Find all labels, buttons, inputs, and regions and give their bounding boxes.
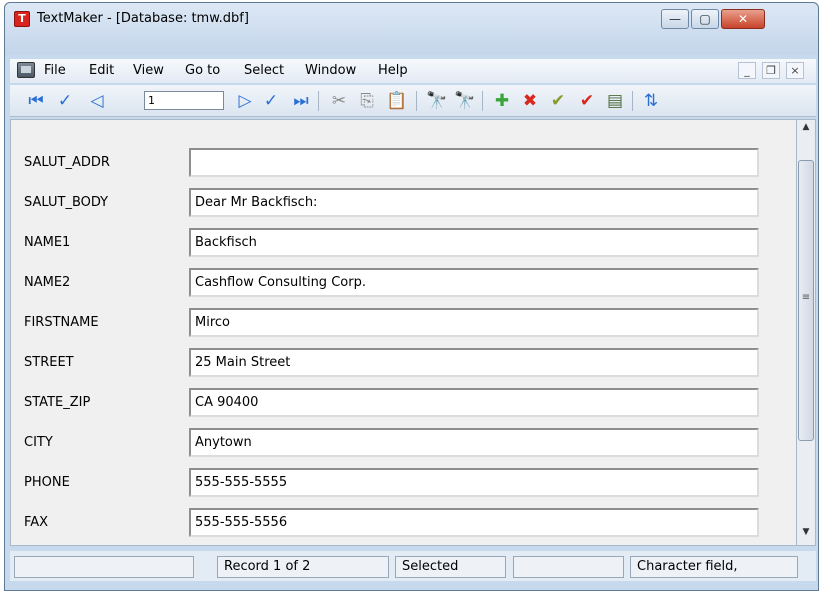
title-bar[interactable]: T TextMaker - [Database: tmw.dbf] — ▢ ✕ (5, 3, 818, 55)
next-marked-record-icon[interactable]: ✓ (260, 90, 282, 112)
menu-window[interactable]: Window (305, 63, 356, 78)
cut-icon[interactable]: ✂ (328, 90, 350, 112)
grip-icon: ≡ (801, 292, 811, 303)
previous-record-icon[interactable]: ◁ (86, 90, 108, 112)
menu-edit[interactable]: Edit (89, 63, 114, 78)
minimize-icon: — (669, 12, 681, 26)
minimize-button[interactable]: — (661, 9, 689, 29)
toolbar-separator (416, 91, 417, 111)
doc-close-button[interactable]: × (786, 62, 804, 79)
field-label-name2: NAME2 (24, 275, 71, 290)
name1-field[interactable] (189, 228, 759, 257)
find-again-icon[interactable]: 🔭 (454, 90, 476, 112)
name2-field[interactable] (189, 268, 759, 297)
salut-addr-field[interactable] (189, 148, 759, 177)
find-icon[interactable]: 🔭 (426, 90, 448, 112)
scroll-thumb[interactable]: ≡ (798, 160, 814, 441)
document-window-icon[interactable] (17, 62, 35, 78)
mark-record-icon[interactable]: ✔ (547, 90, 569, 112)
maximize-button[interactable]: ▢ (691, 9, 719, 29)
toolbar: ⏮ ✓ ◁ ▷ ✓ ⏭ ✂ ⎘ 📋 🔭 🔭 ✚ ✖ ✔ ✔ ▤ ⇅ (10, 85, 816, 117)
record-number-input[interactable] (144, 91, 224, 110)
database-icon[interactable]: ▤ (604, 90, 626, 112)
doc-restore-button[interactable]: ❐ (762, 62, 780, 79)
field-label-state-zip: STATE_ZIP (24, 395, 91, 410)
scroll-down-icon[interactable]: ▼ (797, 527, 815, 543)
scroll-up-icon[interactable]: ▲ (797, 122, 815, 138)
doc-minimize-button[interactable]: _ (738, 62, 756, 79)
last-record-icon[interactable]: ⏭ (290, 90, 312, 112)
sort-icon[interactable]: ⇅ (640, 90, 662, 112)
application-window: T TextMaker - [Database: tmw.dbf] — ▢ ✕ … (4, 2, 819, 591)
field-label-salut-addr: SALUT_ADDR (24, 155, 110, 170)
menu-bar: File Edit View Go to Select Window Help … (10, 59, 816, 83)
close-button[interactable]: ✕ (721, 9, 765, 29)
unmark-record-icon[interactable]: ✔ (576, 90, 598, 112)
menu-select[interactable]: Select (244, 63, 284, 78)
previous-marked-record-icon[interactable]: ✓ (54, 90, 76, 112)
fax-field[interactable] (189, 508, 759, 537)
street-field[interactable] (189, 348, 759, 377)
status-pane-blank (513, 556, 624, 578)
next-record-icon[interactable]: ▷ (234, 90, 256, 112)
field-label-fax: FAX (24, 515, 49, 530)
menu-help[interactable]: Help (378, 63, 408, 78)
record-form: SALUT_ADDR SALUT_BODY NAME1 NAME2 FIRSTN… (10, 119, 797, 546)
salut-body-field[interactable] (189, 188, 759, 217)
field-label-name1: NAME1 (24, 235, 71, 250)
add-record-icon[interactable]: ✚ (491, 90, 513, 112)
status-record-info: Record 1 of 2 (217, 556, 389, 578)
paste-icon[interactable]: 📋 (386, 90, 408, 112)
field-label-street: STREET (24, 355, 74, 370)
textmaker-app-icon[interactable]: T (14, 11, 30, 27)
menu-goto[interactable]: Go to (185, 63, 220, 78)
copy-icon[interactable]: ⎘ (356, 90, 378, 112)
menu-view[interactable]: View (133, 63, 164, 78)
maximize-icon: ▢ (699, 12, 711, 26)
field-label-city: CITY (24, 435, 53, 450)
phone-field[interactable] (189, 468, 759, 497)
status-bar: Record 1 of 2 Selected Character field, (10, 551, 816, 581)
menu-file[interactable]: File (44, 63, 66, 78)
field-label-salut-body: SALUT_BODY (24, 195, 109, 210)
status-field-type: Character field, (630, 556, 798, 578)
field-label-phone: PHONE (24, 475, 70, 490)
toolbar-separator (632, 91, 633, 111)
status-selected: Selected (395, 556, 506, 578)
firstname-field[interactable] (189, 308, 759, 337)
status-pane-empty (14, 556, 194, 578)
close-icon: ✕ (737, 12, 749, 26)
toolbar-separator (482, 91, 483, 111)
field-label-firstname: FIRSTNAME (24, 315, 99, 330)
window-title: TextMaker - [Database: tmw.dbf] (37, 11, 249, 26)
toolbar-separator (318, 91, 319, 111)
state-zip-field[interactable] (189, 388, 759, 417)
vertical-scrollbar[interactable]: ▲ ≡ ▼ (797, 119, 816, 546)
first-record-icon[interactable]: ⏮ (25, 90, 47, 112)
delete-record-icon[interactable]: ✖ (519, 90, 541, 112)
city-field[interactable] (189, 428, 759, 457)
